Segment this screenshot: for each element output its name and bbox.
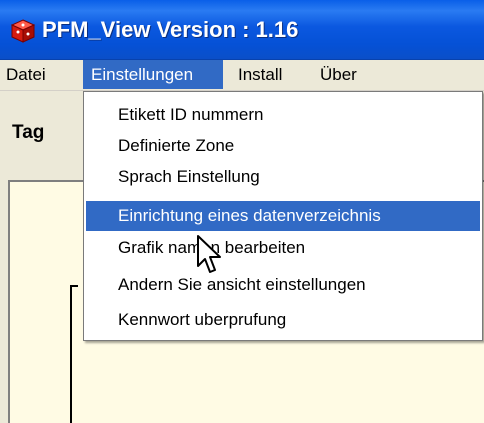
window-title: PFM_View Version : 1.16 xyxy=(42,17,299,42)
menu-item-definierte-zone[interactable]: Definierte Zone xyxy=(86,131,480,161)
diagram-line-tick xyxy=(70,285,78,287)
menu-item-sprach-einstellung[interactable]: Sprach Einstellung xyxy=(86,162,480,192)
tab-tag[interactable]: Tag xyxy=(12,118,44,148)
menu-install[interactable]: Install xyxy=(232,60,288,89)
menu-uber[interactable]: Über xyxy=(314,60,363,89)
menu-item-kennwort[interactable]: Kennwort uberprufung xyxy=(86,305,480,335)
menu-datei[interactable]: Datei xyxy=(0,60,52,89)
menu-item-datenverzeichnis[interactable]: Einrichtung eines datenverzeichnis xyxy=(86,201,480,231)
einstellungen-dropdown: Etikett ID nummern Definierte Zone Sprac… xyxy=(83,91,483,341)
title-bar[interactable]: PFM_View Version : 1.16 xyxy=(0,0,484,60)
menu-item-grafik-namen[interactable]: Grafik namen bearbeiten xyxy=(86,233,480,263)
menu-bar: Datei Einstellungen Install Über xyxy=(0,60,484,91)
menu-einstellungen[interactable]: Einstellungen xyxy=(83,60,223,89)
menu-item-etikett-id[interactable]: Etikett ID nummern xyxy=(86,100,480,130)
app-cube-icon xyxy=(10,19,36,43)
menu-item-ansicht-einstellungen[interactable]: Andern Sie ansicht einstellungen xyxy=(86,270,480,300)
diagram-line xyxy=(70,285,72,423)
mouse-cursor-icon xyxy=(197,235,221,273)
